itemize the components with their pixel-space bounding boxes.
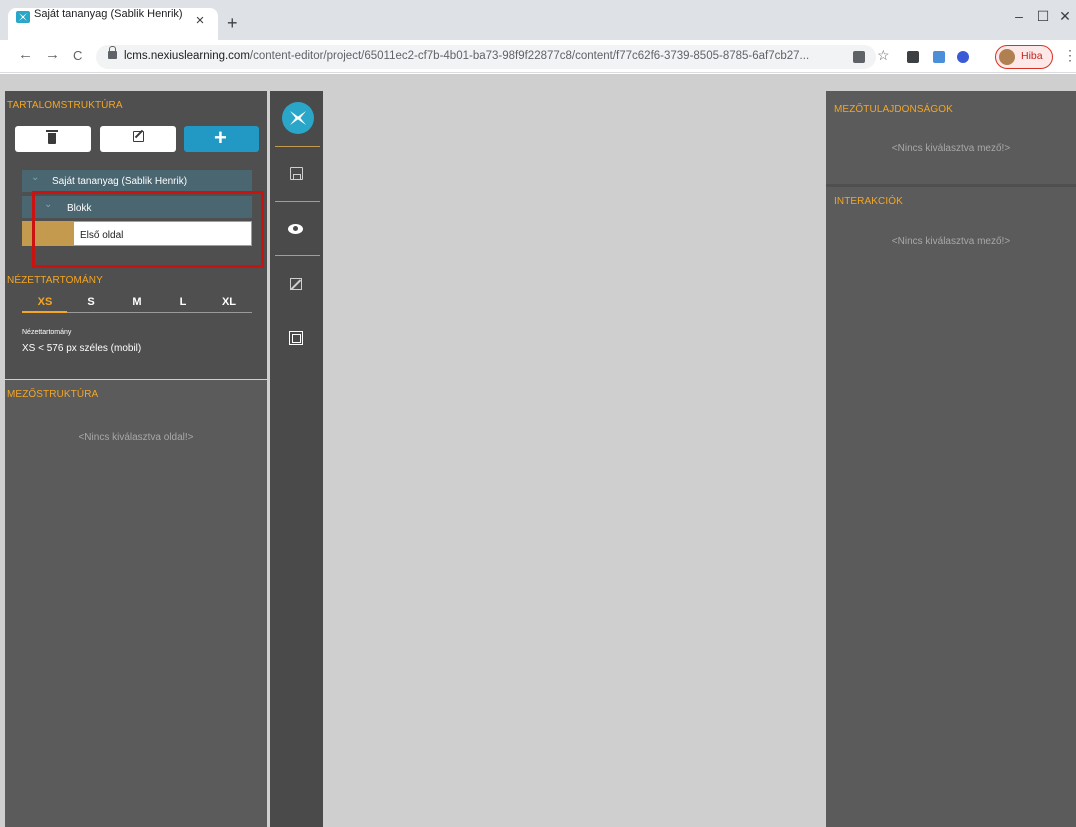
save-icon[interactable]	[290, 167, 303, 180]
new-tab-button[interactable]: +	[227, 14, 238, 32]
url-text[interactable]: lcms.nexiuslearning.com/content-editor/p…	[124, 50, 844, 62]
viewport-tab-xl[interactable]: XL	[214, 296, 244, 308]
viewport-info-value: XS < 576 px széles (mobil)	[22, 343, 142, 354]
viewport-info-label: Nézettartomány	[22, 329, 72, 336]
viewport-tab-s[interactable]: S	[76, 296, 106, 308]
translate-icon[interactable]	[853, 51, 865, 63]
tab-title: Saját tananyag (Sablik Henrik)	[34, 8, 183, 20]
logo-icon[interactable]	[282, 102, 314, 134]
field-structure-panel	[5, 380, 267, 827]
content-structure-title: TARTALOMSTRUKTÚRA	[7, 100, 123, 111]
lock-icon[interactable]	[108, 46, 117, 59]
close-window-button[interactable]: ✕	[1058, 8, 1072, 25]
viewport-tab-indicator	[22, 311, 67, 313]
bookmark-star-icon[interactable]: ☆	[877, 47, 890, 64]
plus-icon: +	[214, 125, 227, 150]
reload-button[interactable]: C	[73, 48, 82, 63]
edit-icon	[133, 131, 144, 142]
extension-translate-icon[interactable]	[933, 51, 945, 63]
panel-divider	[826, 184, 1076, 187]
field-structure-empty-message: <Nincs kiválasztva oldal!>	[78, 432, 194, 443]
extension-icon[interactable]	[907, 51, 919, 63]
field-structure-title: MEZŐSTRUKTÚRA	[7, 389, 99, 400]
tab-close-icon[interactable]: ×	[193, 12, 207, 29]
tab-favicon-icon	[16, 11, 30, 23]
chevron-down-icon[interactable]: ⌄	[31, 172, 39, 183]
field-properties-title: MEZŐTULAJDONSÁGOK	[834, 104, 953, 115]
avatar	[999, 49, 1015, 65]
profile-label: Hiba	[1021, 50, 1043, 62]
viewport-tab-xs[interactable]: XS	[30, 296, 60, 308]
extension-compass-icon[interactable]	[957, 51, 969, 63]
minimize-button[interactable]: –	[1012, 8, 1026, 24]
back-button[interactable]: ←	[18, 46, 33, 63]
interactions-title: INTERAKCIÓK	[834, 196, 903, 207]
eye-icon[interactable]	[288, 224, 303, 234]
resize-icon[interactable]	[290, 278, 302, 290]
viewport-tab-m[interactable]: M	[122, 296, 152, 308]
tool-separator	[275, 146, 320, 147]
interactions-empty-message: <Nincs kiválasztva mező!>	[891, 236, 1011, 247]
annotation-highlight-box	[32, 191, 264, 268]
trash-icon	[46, 130, 58, 144]
tool-separator	[275, 201, 320, 202]
browser-menu-icon[interactable]: ⋮	[1063, 47, 1076, 64]
field-properties-empty-message: <Nincs kiválasztva mező!>	[891, 143, 1011, 154]
maximize-button[interactable]: ☐	[1036, 8, 1050, 25]
tool-separator	[275, 255, 320, 256]
tree-item-course-label: Saját tananyag (Sablik Henrik)	[52, 176, 188, 187]
frame-icon[interactable]	[289, 331, 303, 345]
viewport-tab-l[interactable]: L	[168, 296, 198, 308]
url-domain: lcms.nexiuslearning.com	[124, 50, 250, 62]
url-path: /content-editor/project/65011ec2-cf7b-4b…	[249, 50, 810, 62]
forward-button[interactable]: →	[45, 46, 60, 63]
viewport-title: NÉZETTARTOMÁNY	[7, 275, 103, 286]
